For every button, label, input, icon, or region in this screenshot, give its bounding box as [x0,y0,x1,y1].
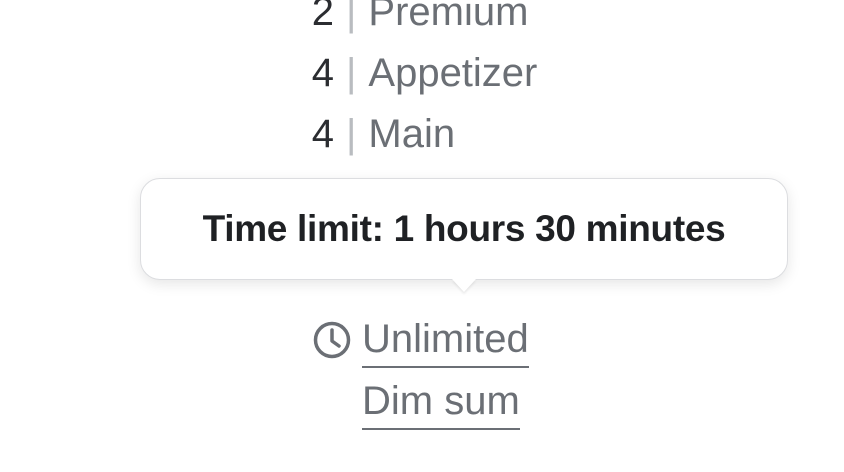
course-row: 4 | Main [300,104,537,165]
menu-row: Dim sum [362,374,520,430]
time-limit-tooltip: Time limit: 1 hours 30 minutes [140,178,788,280]
course-separator: | [346,112,357,156]
clock-icon [312,320,352,360]
course-row: 4 | Appetizer [300,43,538,104]
tooltip-text: Time limit: 1 hours 30 minutes [202,208,726,249]
course-name: Main [368,112,456,156]
menu-link[interactable]: Dim sum [362,375,520,430]
course-separator: | [346,0,357,34]
course-separator: | [346,51,357,95]
course-count: 4 [311,51,334,95]
tooltip-arrow [452,279,476,292]
time-limit-link[interactable]: Unlimited [362,313,529,368]
course-name: Appetizer [368,51,538,95]
course-count: 4 [311,112,334,156]
course-row: 2 | Premium [300,0,537,43]
time-limit-row: Unlimited [312,312,529,368]
menu-card: 2 | Premium 4 | Appetizer 4 | Main 2 | S… [0,0,844,472]
course-count: 2 [311,0,334,34]
course-name: Premium [368,0,529,34]
